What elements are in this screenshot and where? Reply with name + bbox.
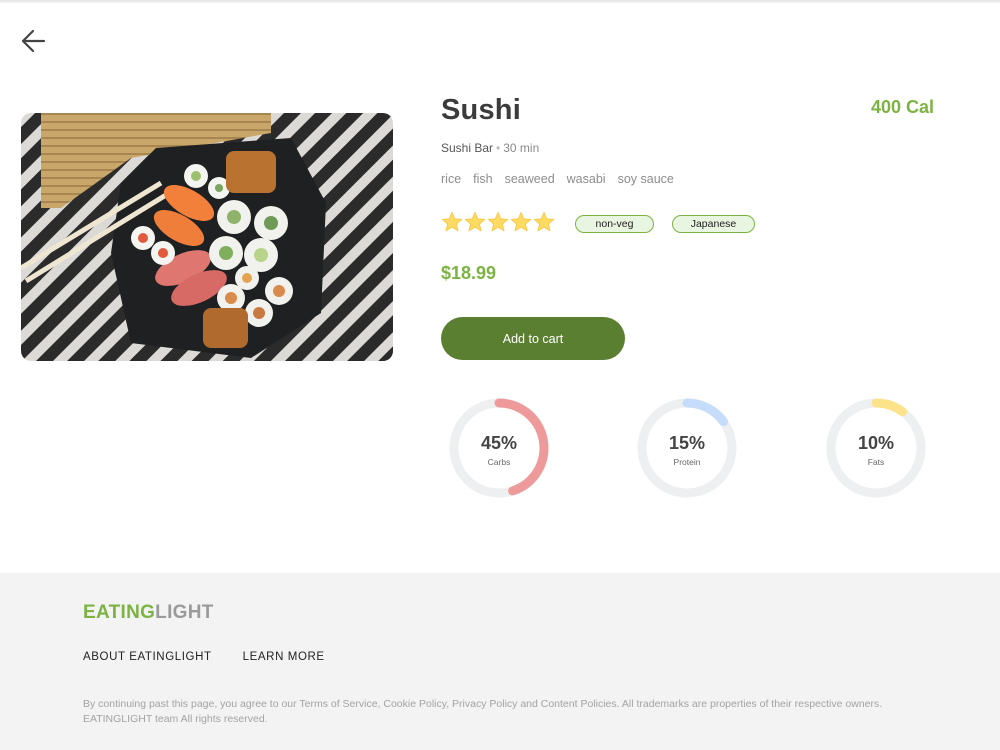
footer-logo[interactable]: EATINGLIGHT: [83, 602, 214, 624]
restaurant-name: Sushi Bar: [441, 141, 494, 155]
protein-percent: 15%: [668, 433, 706, 453]
legal-line-2: EATINGLIGHT team All rights reserved.: [83, 713, 268, 725]
star-icon: [464, 211, 486, 232]
brand-part-eating: EATING: [83, 602, 156, 623]
tag-cuisine: Japanese: [672, 215, 755, 233]
add-to-cart-button[interactable]: Add to cart: [441, 317, 625, 360]
nutrition-fats: 10% Fats: [825, 397, 927, 499]
top-divider: [0, 0, 1000, 3]
footer-links: ABOUT EATINGLIGHT LEARN MORE: [83, 651, 325, 663]
star-icon: [533, 211, 555, 232]
ingredient-item: wasabi: [566, 172, 606, 186]
dish-title: Sushi: [441, 94, 521, 126]
ingredient-item: fish: [473, 172, 493, 186]
carbs-percent: 45%: [480, 433, 518, 453]
brand-part-light: LIGHT: [155, 602, 214, 623]
nutrition-carbs: 45% Carbs: [448, 397, 550, 499]
ingredient-item: rice: [441, 172, 462, 186]
star-icon: [510, 211, 532, 232]
fats-label: Fats: [867, 457, 885, 467]
ingredient-item: seaweed: [504, 172, 555, 186]
price: $18.99: [441, 263, 497, 283]
dish-meta: Sushi Bar • 30 min: [441, 141, 539, 155]
calorie-count: 400 Cal: [870, 97, 934, 117]
star-rating: [441, 210, 555, 234]
carbs-label: Carbs: [487, 457, 511, 467]
legal-line-1: By continuing past this page, you agree …: [83, 698, 883, 710]
sushi-platter-photo: [21, 113, 393, 361]
star-icon: [487, 211, 509, 232]
arrow-left-icon: [21, 29, 46, 53]
ingredient-list: rice fish seaweed wasabi soy sauce: [441, 172, 674, 186]
legal-text: By continuing past this page, you agree …: [83, 697, 923, 727]
tag-non-veg: non-veg: [575, 215, 654, 233]
food-image: [21, 113, 393, 361]
prep-time: 30 min: [503, 141, 540, 155]
protein-label: Protein: [673, 457, 701, 467]
footer-link-about[interactable]: ABOUT EATINGLIGHT: [83, 651, 212, 663]
nutrition-protein: 15% Protein: [636, 397, 738, 499]
fats-percent: 10%: [857, 433, 895, 453]
star-icon: [441, 211, 463, 232]
back-button[interactable]: [18, 26, 50, 56]
footer: EATINGLIGHT ABOUT EATINGLIGHT LEARN MORE…: [0, 573, 1000, 750]
footer-link-learn-more[interactable]: LEARN MORE: [243, 651, 325, 663]
ingredient-item: soy sauce: [617, 172, 674, 186]
meta-separator: •: [496, 141, 501, 155]
